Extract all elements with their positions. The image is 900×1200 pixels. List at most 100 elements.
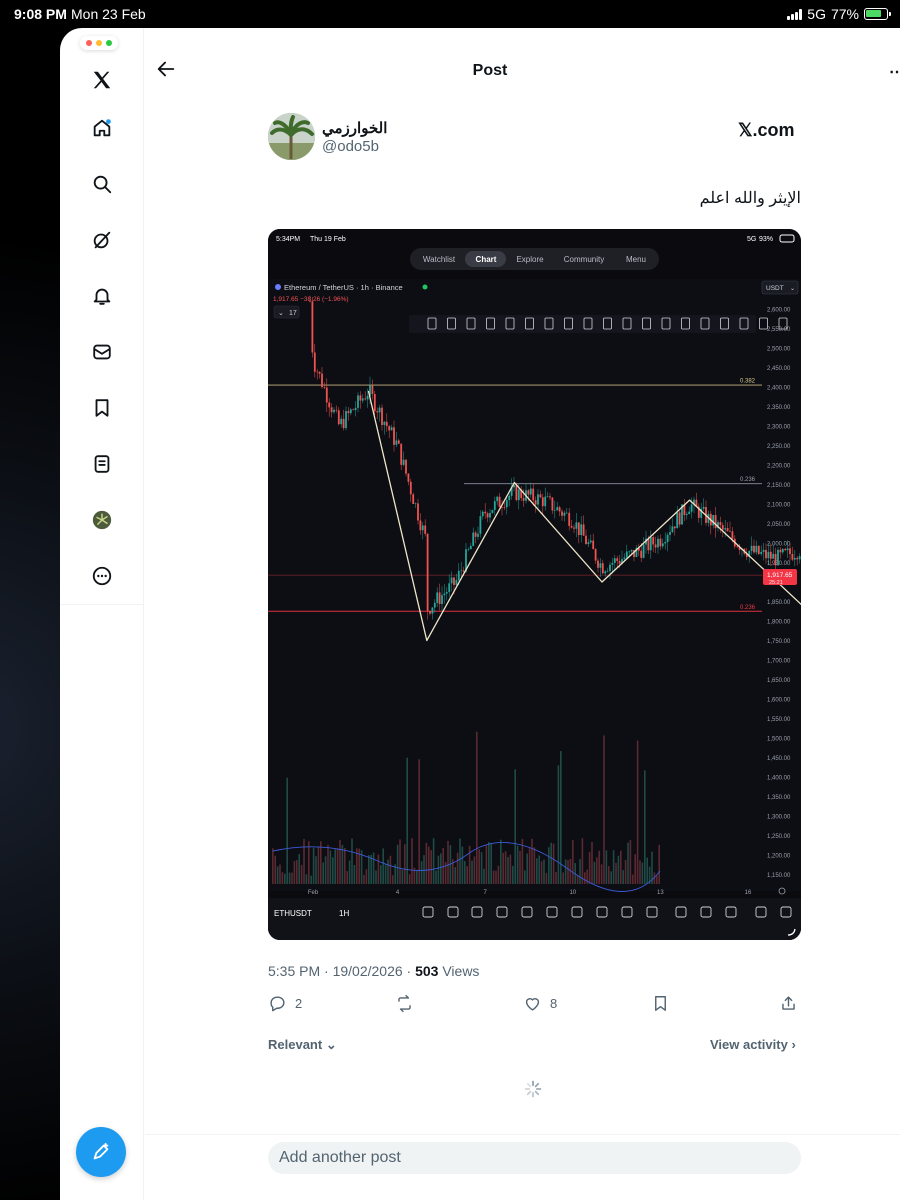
bell-icon[interactable] (84, 278, 120, 314)
volume-bar (406, 757, 408, 884)
candle-body (477, 533, 479, 537)
volume-bar (293, 861, 296, 884)
compose-button[interactable] (76, 1127, 126, 1177)
y-axis-tick-label: 1,750.00 (767, 639, 791, 645)
messages-icon[interactable] (84, 334, 120, 370)
candle-body (625, 551, 628, 558)
share-button[interactable] (779, 994, 798, 1013)
candle-body (573, 527, 575, 529)
volume-bar (485, 845, 488, 884)
candle-body (678, 512, 681, 525)
candle-body (551, 497, 554, 511)
volume-bar (500, 839, 502, 884)
volume-bar (286, 777, 288, 884)
post-image[interactable]: 5:34PM Thu 19 Feb 5G 93% Watchlist Chart E… (268, 229, 801, 940)
candle-body (714, 515, 717, 529)
candle-body (549, 496, 551, 498)
author-handle[interactable]: @odo5b (322, 138, 379, 155)
candle-body (453, 577, 455, 585)
candle-body (688, 511, 691, 515)
grok-icon[interactable] (84, 222, 120, 258)
volume-bar (341, 845, 344, 884)
more-options-icon[interactable]: ⋯ (889, 62, 900, 82)
volume-bar (512, 865, 514, 884)
search-icon[interactable] (84, 166, 120, 202)
volume-bar (392, 875, 394, 884)
volume-bar (564, 859, 567, 884)
volume-bar (425, 842, 428, 884)
replies-sort-dropdown[interactable]: Relevant ⌄ (268, 1037, 337, 1053)
volume-bar (639, 860, 641, 884)
candle-body (414, 503, 417, 505)
volume-bar (305, 874, 308, 884)
candle-body (532, 488, 535, 501)
volume-bar (272, 848, 274, 884)
candle-body (784, 549, 787, 551)
volume-bar (598, 850, 600, 884)
candle-body (604, 571, 607, 574)
volume-bar (437, 855, 440, 884)
volume-bar (370, 854, 372, 884)
bookmark-button[interactable] (651, 994, 670, 1013)
volume-bar (317, 846, 320, 884)
volume-bar (298, 854, 300, 884)
more-menu-icon[interactable] (84, 558, 120, 594)
candle-body (731, 531, 734, 539)
candle-body (383, 421, 386, 425)
volume-bar (581, 838, 584, 884)
candle-body (426, 533, 429, 612)
candle-body (371, 385, 374, 395)
profile-avatar[interactable] (84, 502, 120, 538)
candle-body (712, 515, 715, 526)
battery-percent: 77% (830, 6, 859, 22)
candle-body (388, 426, 391, 431)
like-button[interactable]: 8 (523, 994, 557, 1013)
candle-body (357, 395, 359, 408)
volume-bar (442, 848, 444, 884)
volume-bar (492, 870, 495, 884)
candle-body (515, 484, 518, 501)
volume-bar (284, 873, 286, 884)
home-icon[interactable] (84, 110, 120, 146)
view-activity-link[interactable]: View activity › (710, 1037, 796, 1052)
volume-bar (329, 850, 332, 884)
volume-bar (624, 860, 627, 884)
candle-body (750, 545, 753, 551)
volume-bar (552, 843, 555, 884)
candle-body (556, 507, 559, 511)
x-logo-icon[interactable] (84, 62, 120, 98)
volume-bar (464, 861, 466, 884)
candle-body (613, 558, 616, 563)
volume-bar (646, 857, 648, 884)
volume-bar (336, 848, 339, 884)
reply-button[interactable]: 2 (268, 994, 302, 1013)
candle-body (419, 520, 422, 531)
candle-body (397, 440, 400, 444)
candle-body (381, 407, 383, 425)
ethereum-logo-icon (275, 284, 281, 290)
repost-button[interactable] (395, 994, 414, 1013)
author-name[interactable]: الخوارزمي (322, 119, 387, 137)
add-post-input[interactable]: Add another post (268, 1142, 801, 1174)
window-controls[interactable] (80, 36, 118, 50)
candle-body (618, 560, 621, 564)
y-axis-tick-label: 2,200.00 (767, 464, 791, 470)
volume-bar (509, 854, 512, 884)
x-axis-tick-label: 16 (745, 890, 752, 896)
lists-icon[interactable] (84, 446, 120, 482)
volume-bar (627, 842, 629, 884)
volume-bar (538, 855, 540, 884)
candle-body (724, 528, 727, 530)
volume-bar (507, 857, 509, 884)
candle-body (333, 409, 335, 413)
post-timestamp[interactable]: 5:35 PM · 19/02/2026 · (268, 963, 415, 979)
candle-body (534, 500, 537, 505)
candle-body (376, 411, 379, 413)
candle-body (496, 496, 499, 502)
volume-bar (351, 838, 353, 884)
candle-body (649, 537, 652, 551)
bookmark-icon[interactable] (84, 390, 120, 426)
volume-bar (440, 853, 442, 884)
author-avatar[interactable] (268, 113, 315, 160)
candle-body (647, 538, 650, 551)
